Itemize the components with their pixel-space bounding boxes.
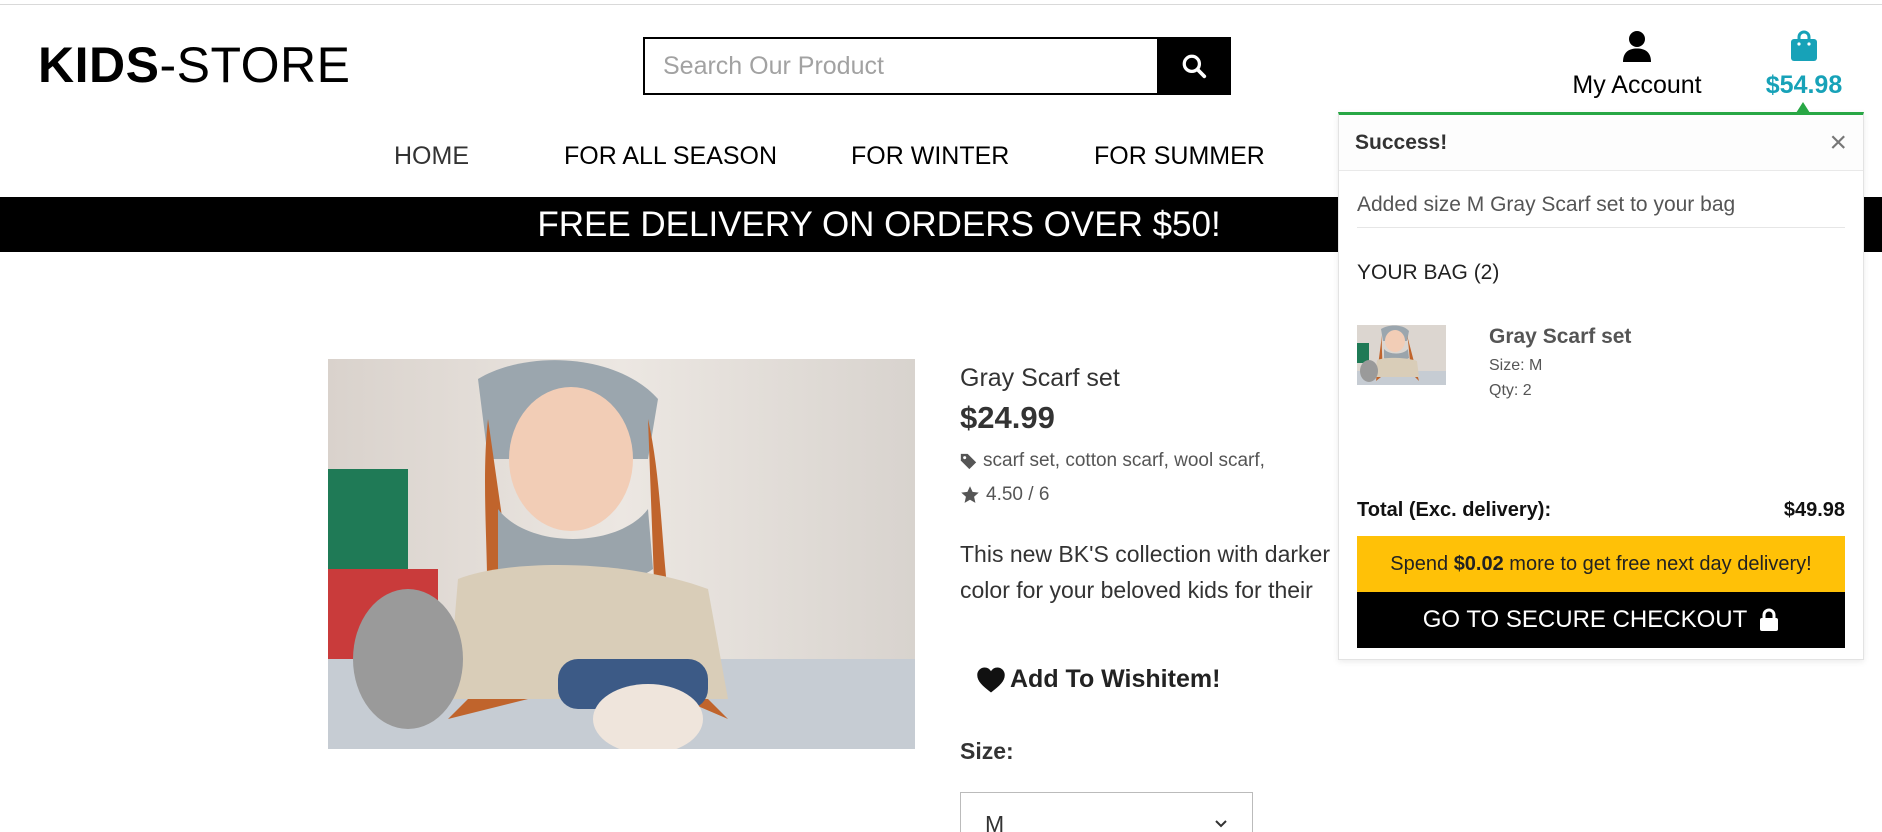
logo-bold-text: KIDS bbox=[38, 37, 160, 93]
close-icon[interactable]: × bbox=[1829, 127, 1847, 158]
total-value: $49.98 bbox=[1783, 499, 1845, 521]
product-image bbox=[328, 359, 915, 749]
logo-rest-text: -STORE bbox=[159, 37, 351, 93]
bag-total: $54.98 bbox=[1765, 71, 1843, 99]
my-account-label: My Account bbox=[1572, 71, 1702, 99]
toast-message: Added size M Gray Scarf set to your bag bbox=[1357, 171, 1845, 228]
spend-suffix: more to get free next day delivery! bbox=[1503, 552, 1812, 575]
spend-prefix: Spend bbox=[1390, 552, 1454, 575]
nav-for-winter[interactable]: FOR WINTER bbox=[851, 142, 1009, 171]
secure-checkout-button[interactable]: GO TO SECURE CHECKOUT bbox=[1357, 592, 1845, 648]
tag-icon bbox=[960, 453, 977, 469]
bag-item-name: Gray Scarf set bbox=[1489, 325, 1632, 348]
nav-home[interactable]: HOME bbox=[394, 142, 469, 171]
toast-header: Success! × bbox=[1339, 115, 1863, 171]
shopping-bag-link[interactable]: $54.98 bbox=[1752, 30, 1856, 100]
checkout-label: GO TO SECURE CHECKOUT bbox=[1422, 606, 1748, 633]
product-rating: 4.50 / 6 bbox=[960, 484, 1049, 506]
bag-item-thumbnail bbox=[1357, 325, 1446, 385]
bag-count: YOUR BAG (2) bbox=[1357, 261, 1500, 284]
size-label: Size: bbox=[960, 738, 1014, 764]
product-price: $24.99 bbox=[960, 400, 1055, 435]
wishlist-label: Add To Wishitem! bbox=[1010, 665, 1221, 693]
bag-item-qty: Qty: 2 bbox=[1489, 382, 1532, 399]
heart-icon bbox=[977, 667, 1005, 692]
chevron-down-icon bbox=[1215, 820, 1227, 828]
bag-total-row: Total (Exc. delivery): $49.98 bbox=[1357, 499, 1845, 522]
delivery-banner-text: FREE DELIVERY ON ORDERS OVER $50! bbox=[537, 204, 1221, 244]
top-divider bbox=[0, 0, 1882, 5]
product-tags-text: scarf set, cotton scarf, wool scarf, bbox=[983, 450, 1265, 471]
star-icon bbox=[961, 486, 979, 503]
nav-for-all-season[interactable]: FOR ALL SEASON bbox=[564, 142, 777, 171]
toast-arrow bbox=[1796, 102, 1810, 113]
product-name: Gray Scarf set bbox=[960, 364, 1120, 392]
bag-item-size: Size: M bbox=[1489, 357, 1543, 374]
search-bar bbox=[643, 37, 1231, 95]
search-input[interactable] bbox=[643, 37, 1157, 95]
add-to-wishlist-button[interactable]: Add To Wishitem! bbox=[976, 665, 1220, 694]
bag-success-toast: Success! × Added size M Gray Scarf set t… bbox=[1338, 102, 1864, 660]
bag-item: Gray Scarf set Size: M Qty: 2 bbox=[1357, 325, 1847, 399]
product-tags: scarf set, cotton scarf, wool scarf, bbox=[960, 450, 1265, 472]
product-description: This new BK'S collection with darker col… bbox=[960, 541, 1330, 603]
total-label: Total (Exc. delivery): bbox=[1357, 499, 1552, 521]
size-select[interactable]: M bbox=[960, 792, 1253, 832]
free-delivery-notice: Spend $0.02 more to get free next day de… bbox=[1357, 536, 1845, 592]
product-rating-text: 4.50 / 6 bbox=[986, 484, 1050, 505]
lock-icon bbox=[1760, 608, 1779, 631]
size-selected-value: M bbox=[985, 811, 1005, 832]
search-icon bbox=[1182, 54, 1207, 79]
shopping-bag-icon bbox=[1791, 30, 1817, 61]
user-icon bbox=[1623, 31, 1651, 62]
spend-amount: $0.02 bbox=[1453, 552, 1504, 575]
nav-for-summer[interactable]: FOR SUMMER bbox=[1094, 142, 1265, 171]
my-account-link[interactable]: My Account bbox=[1572, 30, 1702, 100]
search-button[interactable] bbox=[1157, 37, 1231, 95]
toast-title: Success! bbox=[1355, 130, 1448, 154]
site-logo[interactable]: KIDS-STORE bbox=[38, 36, 350, 94]
